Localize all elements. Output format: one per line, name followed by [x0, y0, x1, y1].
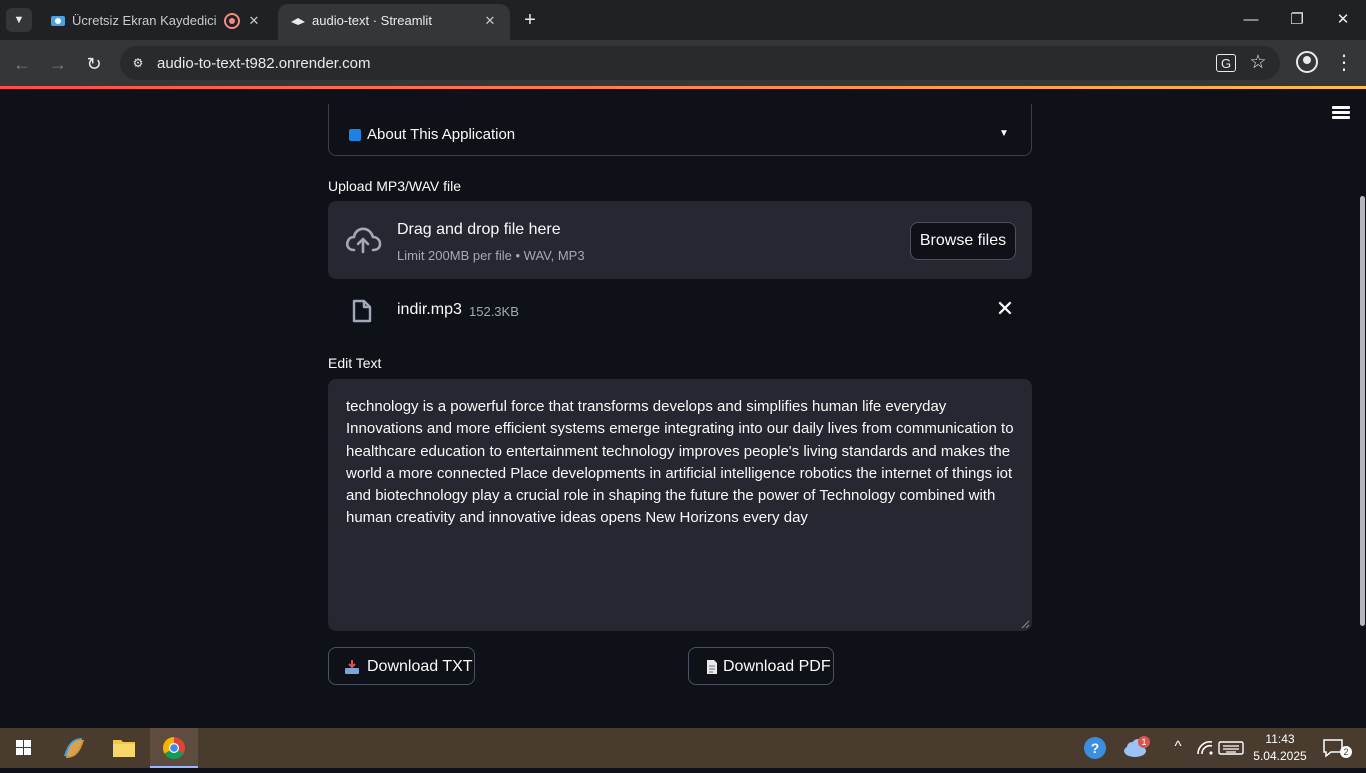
about-expander[interactable]: About This Application ▼: [328, 104, 1032, 156]
browser-menu-icon[interactable]: ⋮: [1334, 50, 1354, 76]
start-button[interactable]: [0, 728, 48, 768]
windows-taskbar: ? 1 ^ 11:43 5.04.2025 2: [0, 728, 1366, 768]
decoration-bar: [0, 86, 1366, 89]
tab-title: audio-text · Streamlit: [312, 13, 432, 28]
download-pdf-label: Download PDF: [723, 658, 831, 675]
reload-button[interactable]: ↻: [80, 50, 108, 78]
folder-icon: [113, 740, 135, 757]
profile-icon[interactable]: [1296, 51, 1318, 73]
notification-count-badge: 2: [1340, 746, 1352, 758]
minimize-button[interactable]: —: [1228, 6, 1274, 34]
file-size: 152.3KB: [469, 304, 519, 319]
transcript-textarea[interactable]: technology is a powerful force that tran…: [328, 379, 1032, 631]
browser-toolbar: ← → ↻ ⚙ audio-to-text-t982.onrender.com …: [0, 40, 1366, 86]
cloud-upload-icon: [345, 227, 382, 254]
info-icon: [349, 129, 361, 141]
svg-text:?: ?: [1091, 740, 1100, 756]
dropzone-title: Drag and drop file here: [397, 221, 561, 238]
download-txt-button[interactable]: Download TXT: [328, 647, 475, 685]
copilot-app[interactable]: [50, 728, 98, 768]
weather-widget[interactable]: 1: [1116, 728, 1156, 768]
back-button[interactable]: ←: [8, 50, 36, 78]
translate-icon[interactable]: G: [1216, 54, 1236, 72]
url-text: audio-to-text-t982.onrender.com: [157, 55, 371, 72]
clock-time[interactable]: 11:43: [1252, 732, 1308, 746]
tab-search-button[interactable]: ▼: [6, 8, 32, 32]
chevron-down-icon[interactable]: ▼: [999, 129, 1009, 139]
file-dropzone[interactable]: Drag and drop file here Limit 200MB per …: [328, 201, 1032, 279]
remove-file-icon[interactable]: ✕: [994, 298, 1016, 320]
restore-button[interactable]: ❐: [1274, 6, 1320, 34]
document-icon: [707, 660, 717, 674]
browse-files-button[interactable]: Browse files: [910, 222, 1016, 260]
resize-grip-icon[interactable]: [1020, 619, 1030, 629]
file-name: indir.mp3: [397, 301, 462, 318]
new-tab-button[interactable]: +: [518, 8, 542, 32]
close-tab-icon[interactable]: ✕: [482, 13, 498, 29]
windows-logo-icon: [16, 740, 31, 755]
clock-date[interactable]: 5.04.2025: [1252, 749, 1308, 763]
tab-audio-text[interactable]: audio-text · Streamlit ✕: [278, 4, 510, 40]
close-window-button[interactable]: ✕: [1320, 6, 1366, 34]
page-scrollbar[interactable]: [1358, 131, 1366, 728]
edit-text-label: Edit Text: [328, 355, 382, 371]
recording-indicator-icon: [224, 13, 240, 29]
browser-tab-bar: ▼ Ücretsiz Ekran Kaydedici – V ✕ audio-t…: [0, 0, 1366, 40]
chrome-app[interactable]: [150, 728, 198, 768]
wifi-icon[interactable]: [1196, 740, 1214, 756]
scrollbar-thumb[interactable]: [1360, 196, 1365, 626]
chrome-icon: [163, 737, 185, 759]
file-explorer-app[interactable]: [100, 728, 148, 768]
uploaded-file-item: indir.mp3 152.3KB ✕: [328, 286, 1032, 334]
close-tab-icon[interactable]: ✕: [246, 13, 262, 29]
tab-screen-recorder[interactable]: Ücretsiz Ekran Kaydedici – V ✕: [38, 4, 274, 40]
screen-recorder-favicon-icon: [51, 16, 65, 26]
inbox-tray-icon: [345, 660, 359, 674]
file-icon: [352, 299, 372, 323]
expander-label: About This Application: [367, 126, 516, 143]
help-icon: ?: [1084, 737, 1106, 759]
address-bar[interactable]: ⚙ audio-to-text-t982.onrender.com G ☆: [120, 46, 1280, 80]
main-menu-icon[interactable]: [1332, 104, 1352, 120]
download-txt-label: Download TXT: [367, 658, 473, 675]
keyboard-icon[interactable]: [1218, 740, 1244, 756]
dropzone-hint: Limit 200MB per file • WAV, MP3: [397, 248, 585, 263]
bookmark-star-icon[interactable]: ☆: [1248, 52, 1268, 74]
cloud-icon: [1124, 739, 1146, 757]
streamlit-favicon-icon: [291, 18, 305, 25]
chevron-up-icon[interactable]: ^: [1170, 738, 1186, 755]
forward-button[interactable]: →: [44, 50, 72, 78]
upload-label: Upload MP3/WAV file: [328, 178, 462, 194]
site-settings-icon[interactable]: ⚙: [130, 55, 146, 71]
copilot-icon: [64, 738, 84, 758]
help-app[interactable]: ?: [1072, 728, 1118, 768]
weather-badge: 1: [1138, 736, 1150, 748]
streamlit-page: About This Application ▼ Upload MP3/WAV …: [0, 86, 1366, 728]
tab-title: Ücretsiz Ekran Kaydedici – V: [72, 13, 218, 28]
download-pdf-button[interactable]: Download PDF: [688, 647, 834, 685]
